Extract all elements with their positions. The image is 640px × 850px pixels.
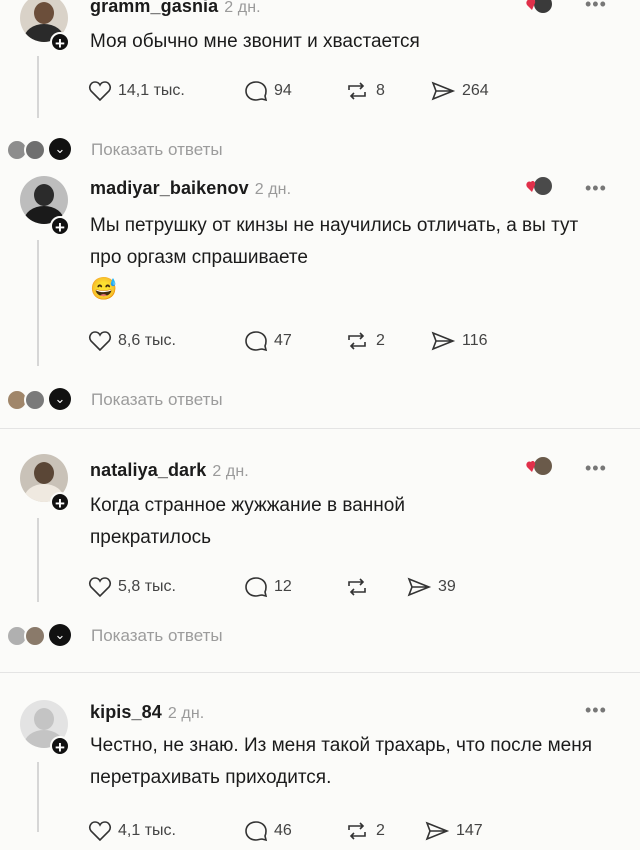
repost-button[interactable]: 2 <box>344 818 385 844</box>
share-button[interactable]: 147 <box>424 818 483 844</box>
share-count: 147 <box>456 822 483 839</box>
thread-line <box>37 240 39 366</box>
more-options-icon[interactable]: ••• <box>585 700 607 721</box>
like-button[interactable]: 5,8 тыс. <box>88 574 176 600</box>
comment-count: 46 <box>274 822 292 839</box>
repost-count: 2 <box>376 822 385 839</box>
chevron-down-icon[interactable]: ⌄ <box>49 388 71 410</box>
show-replies-row[interactable]: ⌄ Показать ответы <box>0 622 640 652</box>
more-options-icon[interactable]: ••• <box>585 458 607 479</box>
reply-avatar <box>24 625 46 647</box>
heart-icon <box>88 577 112 598</box>
post-time: 2 дн. <box>167 705 205 722</box>
comment-text: Когда странное жужжание в ванной прекрат… <box>90 495 405 548</box>
share-count: 264 <box>462 82 489 99</box>
share-button[interactable]: 39 <box>406 574 456 600</box>
divider <box>0 672 640 673</box>
follow-plus-icon[interactable]: + <box>50 736 70 757</box>
like-count: 4,1 тыс. <box>118 822 176 839</box>
post-time: 2 дн. <box>212 463 249 480</box>
username[interactable]: madiyar_baikenov 2 дн. <box>90 178 291 199</box>
action-bar: 14,1 тыс. 94 8 264 <box>88 78 548 104</box>
comment-icon <box>245 331 268 352</box>
repost-icon <box>348 578 366 596</box>
repost-icon <box>348 822 366 840</box>
comment-text: Мы петрушку от кинзы не научились отлича… <box>90 215 579 268</box>
username-text[interactable]: kipis_84 <box>90 702 162 722</box>
divider <box>0 428 640 429</box>
comment-count: 47 <box>274 332 292 349</box>
comment-text: Моя обычно мне звонит и хвастается <box>90 31 420 52</box>
show-replies-link[interactable]: Показать ответы <box>91 140 223 160</box>
chevron-down-icon[interactable]: ⌄ <box>49 624 71 646</box>
comment-button[interactable]: 47 <box>244 328 292 354</box>
comment-icon <box>245 81 268 102</box>
comment-button[interactable]: 12 <box>244 574 292 600</box>
share-icon <box>407 577 432 597</box>
comment-button[interactable]: 46 <box>244 818 292 844</box>
username[interactable]: gramm_gasnia 2 дн. <box>90 0 261 17</box>
repost-icon <box>348 332 366 350</box>
author-liked-icon <box>526 0 552 18</box>
repost-button[interactable]: 2 <box>344 328 385 354</box>
username-text[interactable]: nataliya_dark <box>90 460 206 480</box>
repost-count: 8 <box>376 82 385 99</box>
show-replies-link[interactable]: Показать ответы <box>91 626 223 646</box>
share-icon <box>425 821 450 841</box>
action-bar: 8,6 тыс. 47 2 116 <box>88 328 548 354</box>
thread-line <box>37 56 39 118</box>
like-count: 5,8 тыс. <box>118 578 176 595</box>
comment-text: Честно, не знаю. Из меня такой трахарь, … <box>90 735 592 788</box>
post-time: 2 дн. <box>224 0 261 16</box>
username[interactable]: nataliya_dark 2 дн. <box>90 460 249 481</box>
like-button[interactable]: 14,1 тыс. <box>88 78 185 104</box>
comment-icon <box>245 577 268 598</box>
post-time: 2 дн. <box>254 181 292 198</box>
comment-count: 94 <box>274 82 292 99</box>
author-liked-icon <box>526 456 552 480</box>
repost-button[interactable] <box>344 574 376 600</box>
author-liked-icon <box>526 176 552 200</box>
more-options-icon[interactable]: ••• <box>585 0 607 15</box>
thread-line <box>37 762 39 832</box>
show-replies-row[interactable]: ⌄ Показать ответы <box>0 136 640 166</box>
share-icon <box>431 81 456 101</box>
comment-button[interactable]: 94 <box>244 78 292 104</box>
username[interactable]: kipis_84 2 дн. <box>90 702 204 723</box>
heart-icon <box>88 331 112 352</box>
share-count: 116 <box>462 332 488 349</box>
repost-button[interactable]: 8 <box>344 78 385 104</box>
follow-plus-icon[interactable]: + <box>50 492 70 513</box>
share-button[interactable]: 264 <box>430 78 489 104</box>
reply-avatar <box>24 389 46 411</box>
action-bar: 4,1 тыс. 46 2 147 <box>88 818 548 844</box>
action-bar: 5,8 тыс. 12 39 <box>88 574 548 600</box>
show-replies-link[interactable]: Показать ответы <box>91 390 223 410</box>
comment-icon <box>245 821 268 842</box>
repost-count: 2 <box>376 332 385 349</box>
follow-plus-icon[interactable]: + <box>50 32 70 53</box>
share-button[interactable]: 116 <box>430 328 488 354</box>
heart-icon <box>88 81 112 102</box>
like-count: 8,6 тыс. <box>118 332 176 349</box>
follow-plus-icon[interactable]: + <box>50 216 70 237</box>
chevron-down-icon[interactable]: ⌄ <box>49 138 71 160</box>
like-count: 14,1 тыс. <box>118 82 185 99</box>
emoji-grin-sweat-icon: 😅 <box>90 276 118 301</box>
thread-line <box>37 518 39 602</box>
like-button[interactable]: 8,6 тыс. <box>88 328 176 354</box>
username-text[interactable]: madiyar_baikenov <box>90 178 249 198</box>
show-replies-row[interactable]: ⌄ Показать ответы <box>0 386 640 416</box>
reply-avatar <box>24 139 46 161</box>
comment-count: 12 <box>274 578 292 595</box>
like-button[interactable]: 4,1 тыс. <box>88 818 176 844</box>
more-options-icon[interactable]: ••• <box>585 178 607 199</box>
username-text[interactable]: gramm_gasnia <box>90 0 218 16</box>
share-count: 39 <box>438 578 456 595</box>
repost-icon <box>348 82 366 100</box>
heart-icon <box>88 821 112 842</box>
share-icon <box>431 331 456 351</box>
